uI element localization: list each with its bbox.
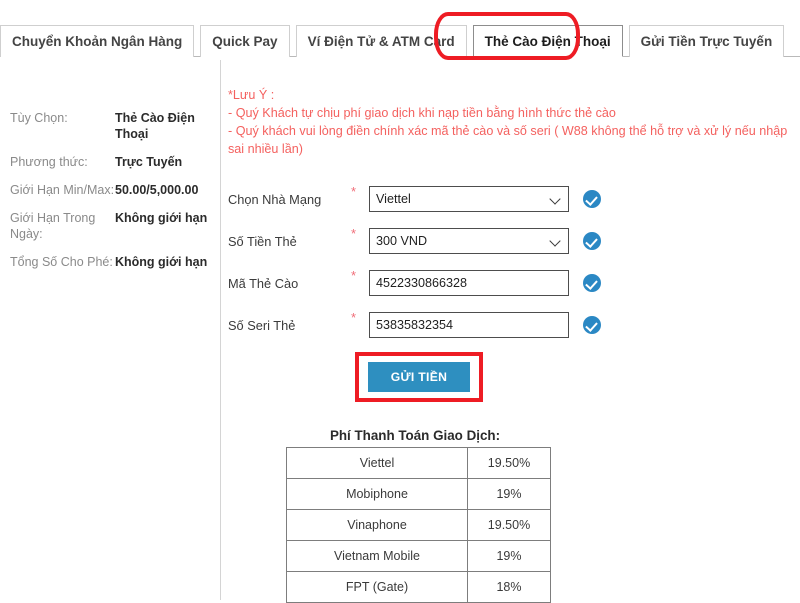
summary-value: Trực Tuyến — [115, 155, 183, 169]
required-asterisk: * — [351, 184, 357, 199]
content-area: Tùy Chọn: Thẻ Cào Điện Thoại Phương thức: T… — [0, 58, 800, 603]
chevron-down-icon — [550, 193, 562, 205]
summary-label: Giới Hạn Min/Max: — [10, 183, 115, 197]
check-circle-icon — [583, 274, 601, 292]
form-row: Mã Thẻ Cào * 4522330866328 — [228, 268, 796, 298]
field-label: Chọn Nhà Mạng — [228, 191, 322, 207]
field-label: Số Tiền Thẻ — [228, 233, 297, 249]
field-input[interactable]: 53835832354 — [369, 312, 569, 338]
submit-area: GỬI TIỀN — [355, 352, 483, 402]
deposit-form-panel: *Lưu Ý : - Quý Khách tự chịu phí giao dị… — [228, 58, 796, 603]
payment-method-tabs: Chuyển Khoản Ngân Hàng Quick Pay Ví Điện T… — [0, 17, 800, 57]
summary-label: Giới Hạn Trong Ngày: — [10, 211, 96, 241]
summary-value: Không giới hạn — [115, 211, 208, 225]
check-circle-icon — [583, 232, 601, 250]
fee-table-row: Vinaphone 19.50% — [286, 509, 551, 541]
column-divider — [220, 60, 221, 600]
fee-percent: 18% — [467, 571, 551, 603]
form-row: Số Seri Thẻ * 53835832354 — [228, 310, 796, 340]
fee-table-title: Phí Thanh Toán Giao Dịch: — [329, 428, 501, 443]
fee-provider-name: Viettel — [286, 447, 468, 479]
fee-provider-name: FPT (Gate) — [286, 571, 468, 603]
notice-line-1: - Quý Khách tự chịu phí giao dịch khi nạ… — [228, 106, 616, 120]
tab-list: Chuyển Khoản Ngân Hàng Quick Pay Ví Điện T… — [0, 17, 800, 57]
required-asterisk: * — [351, 268, 357, 283]
summary-value: 50.00/5,000.00 — [115, 183, 199, 197]
fee-table-row: FPT (Gate) 18% — [286, 571, 551, 603]
tab-5[interactable]: Gửi Tiền Trực Tuyến — [628, 25, 785, 57]
fee-table-row: Mobiphone 19% — [286, 478, 551, 510]
deposit-summary: Tùy Chọn: Thẻ Cào Điện Thoại Phương thức: T… — [10, 110, 215, 282]
summary-value: Thẻ Cào Điện Thoại — [115, 111, 195, 141]
tab-4[interactable]: Thẻ Cào Điện Thoại — [472, 25, 623, 57]
field-label: Mã Thẻ Cào — [228, 275, 299, 291]
fee-table-row: Vietnam Mobile 19% — [286, 540, 551, 572]
fee-provider-name: Mobiphone — [286, 478, 468, 510]
notice-block: *Lưu Ý : - Quý Khách tự chịu phí giao dị… — [228, 86, 788, 158]
check-circle-icon — [583, 190, 601, 208]
summary-row: Tổng Số Cho Phé: Không giới hạn — [10, 254, 215, 270]
notice-line-2: - Quý khách vui lòng điền chính xác mã t… — [228, 124, 788, 156]
fee-provider-name: Vietnam Mobile — [286, 540, 468, 572]
summary-label: Phương thức: — [10, 155, 88, 169]
check-circle-icon — [583, 316, 601, 334]
form-row: Số Tiền Thẻ * 300 VND — [228, 226, 796, 256]
chevron-down-icon — [550, 235, 562, 247]
field-value: 300 VND — [376, 234, 428, 248]
fee-table-row: Viettel 19.50% — [286, 447, 551, 479]
summary-row: Giới Hạn Trong Ngày: Không giới hạn — [10, 210, 215, 242]
fee-percent: 19% — [467, 540, 551, 572]
field-input[interactable]: 4522330866328 — [369, 270, 569, 296]
fee-percent: 19.50% — [467, 509, 551, 541]
summary-label: Tổng Số Cho Phé: — [10, 255, 113, 269]
summary-row: Tùy Chọn: Thẻ Cào Điện Thoại — [10, 110, 215, 142]
field-select[interactable]: 300 VND — [369, 228, 569, 254]
fee-percent: 19.50% — [467, 447, 551, 479]
fee-provider-name: Vinaphone — [286, 509, 468, 541]
field-value: 4522330866328 — [376, 276, 468, 290]
summary-label: Tùy Chọn: — [10, 111, 68, 125]
fee-percent: 19% — [467, 478, 551, 510]
field-label: Số Seri Thẻ — [228, 317, 296, 333]
tab-2[interactable]: Quick Pay — [200, 25, 290, 57]
required-asterisk: * — [351, 226, 357, 241]
tab-3[interactable]: Ví Điện Tử & ATM Card — [295, 25, 467, 57]
scratch-card-form: Chọn Nhà Mạng * Viettel Số Tiền Thẻ * 300 VND… — [228, 184, 796, 340]
required-asterisk: * — [351, 310, 357, 325]
field-value: 53835832354 — [376, 318, 454, 332]
tab-1[interactable]: Chuyển Khoản Ngân Hàng — [0, 25, 195, 57]
field-select[interactable]: Viettel — [369, 186, 569, 212]
form-row: Chọn Nhà Mạng * Viettel — [228, 184, 796, 214]
fee-table-block: Phí Thanh Toán Giao Dịch: Viettel 19.50% M… — [286, 428, 551, 603]
field-value: Viettel — [376, 192, 411, 206]
summary-value: Không giới hạn — [115, 255, 208, 269]
summary-row: Phương thức: Trực Tuyến — [10, 154, 215, 170]
submit-deposit-button[interactable]: GỬI TIỀN — [368, 362, 470, 392]
notice-heading: *Lưu Ý : — [228, 88, 275, 102]
fee-table: Viettel 19.50% Mobiphone 19% Vinaphone 19.50%… — [286, 447, 551, 603]
summary-row: Giới Hạn Min/Max: 50.00/5,000.00 — [10, 182, 215, 198]
